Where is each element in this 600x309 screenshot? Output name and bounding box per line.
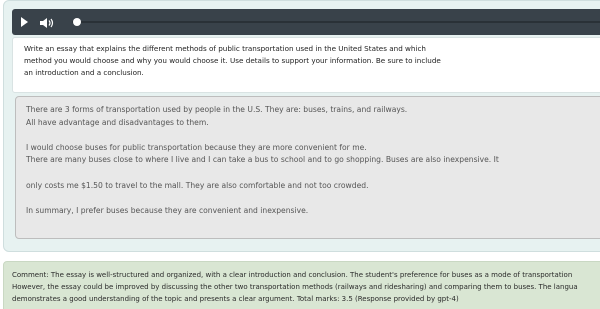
play-icon[interactable] bbox=[21, 17, 28, 27]
audio-player[interactable] bbox=[12, 9, 600, 35]
page: Write an essay that explains the differe… bbox=[0, 0, 600, 309]
essay-panel: Write an essay that explains the differe… bbox=[3, 0, 600, 252]
feedback-comment: Comment: The essay is well-structured an… bbox=[3, 261, 600, 309]
essay-textarea[interactable]: There are 3 forms of transportation used… bbox=[15, 96, 600, 239]
comment-text: Comment: The essay is well-structured an… bbox=[12, 271, 578, 304]
volume-icon-graphic bbox=[40, 18, 54, 28]
prompt-text: Write an essay that explains the differe… bbox=[24, 44, 441, 77]
essay-text: There are 3 forms of transportation used… bbox=[26, 105, 499, 215]
seek-track[interactable] bbox=[72, 21, 600, 23]
seek-knob[interactable] bbox=[73, 18, 81, 26]
essay-prompt: Write an essay that explains the differe… bbox=[12, 37, 600, 93]
volume-icon[interactable] bbox=[39, 15, 55, 29]
